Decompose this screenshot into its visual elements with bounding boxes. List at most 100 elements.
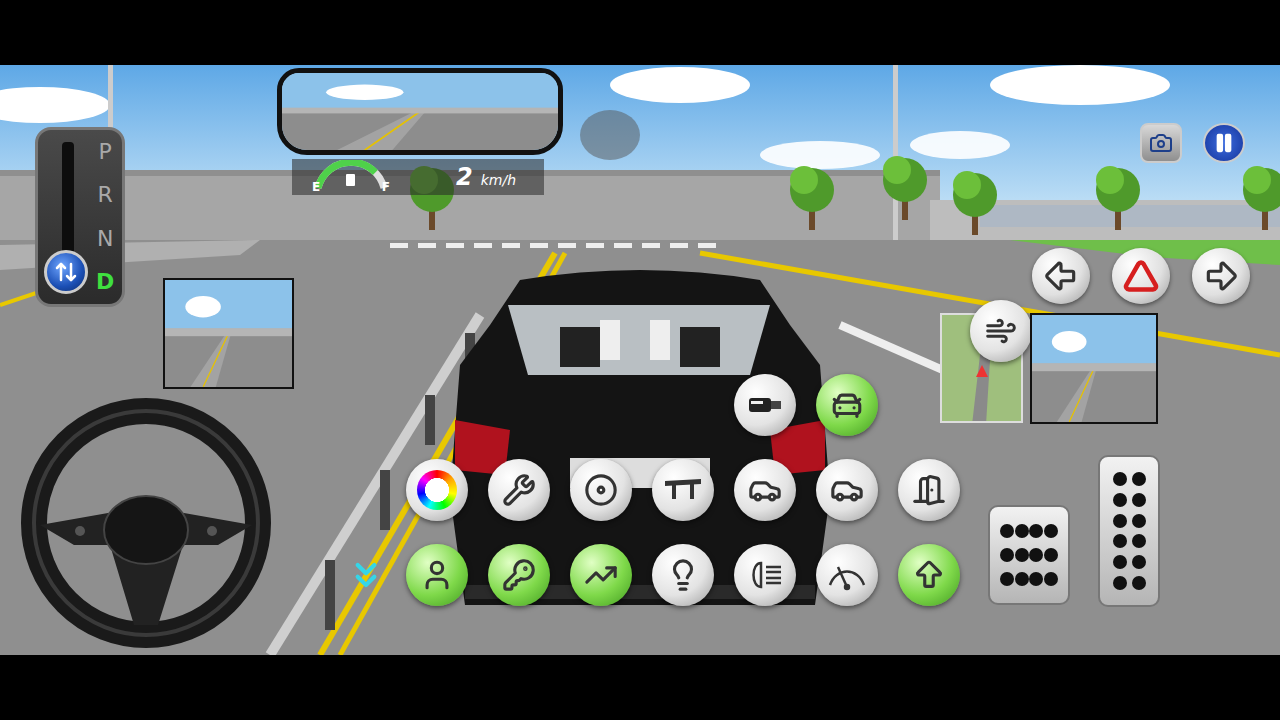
pedal-grip-dot: [1113, 493, 1127, 507]
pause-icon: [1213, 132, 1235, 154]
gear-option[interactable]: P: [98, 140, 111, 164]
tire-button[interactable]: [570, 459, 632, 521]
trunk-button[interactable]: [734, 459, 796, 521]
rear-view-mirror: [277, 68, 563, 155]
left-arrow-icon: [1042, 257, 1080, 295]
gear-track: [44, 140, 88, 294]
gear-option[interactable]: D: [96, 270, 114, 294]
pedal-grip-dot: [1113, 514, 1127, 528]
work-lamp-icon: [745, 390, 785, 420]
pedal-grip-dot: [1044, 572, 1058, 586]
speed-unit: km/h: [481, 172, 516, 189]
arrow-up-icon: [912, 558, 946, 592]
speed-value: 2: [456, 163, 473, 192]
defrost-icon: [985, 315, 1017, 347]
hood-button[interactable]: [816, 459, 878, 521]
accelerator-pedal[interactable]: [1098, 455, 1160, 607]
up-down-arrow-icon: [54, 260, 78, 284]
game-view: PRNDEF2km/h: [0, 65, 1280, 655]
pedal-grip-dot: [1132, 472, 1146, 486]
left-mirror-image: [165, 280, 292, 387]
seatbelt-icon: [420, 558, 454, 592]
pedal-grip-dot: [1000, 524, 1014, 538]
dashboard: EF2km/h: [292, 159, 544, 195]
wrench-icon: [502, 473, 536, 507]
fuel-full-label: F: [382, 180, 390, 194]
ramp-icon: [584, 558, 618, 592]
steering-wheel[interactable]: [18, 395, 275, 652]
fuel-gauge: EF: [306, 160, 396, 194]
left-signal-button[interactable]: [1032, 248, 1090, 304]
gear-option[interactable]: N: [97, 227, 113, 251]
paint-button[interactable]: [406, 459, 468, 521]
top-buttons: [1140, 123, 1245, 163]
game-screen: PRNDEF2km/h: [0, 0, 1280, 720]
pedal-grip-dot: [1000, 572, 1014, 586]
left-mirror-view: [163, 278, 294, 389]
control-buttons: [326, 374, 960, 606]
right-arrow-icon: [1202, 257, 1240, 295]
pedal-grip-dot: [1113, 576, 1127, 590]
bottom-letterbox: [0, 655, 1280, 720]
gear-option[interactable]: R: [97, 183, 112, 207]
rear-view-image: [282, 73, 558, 150]
right-signal-button[interactable]: [1192, 248, 1250, 304]
gear-slot: [62, 142, 74, 264]
pedal-grip-dot: [1015, 524, 1029, 538]
tire-icon: [584, 473, 618, 507]
shift-up-button[interactable]: [898, 544, 960, 606]
speedometer: 2 km/h: [456, 163, 516, 192]
camera-button[interactable]: [1140, 123, 1182, 163]
pedal-grip-dot: [1132, 514, 1146, 528]
repair-button[interactable]: [488, 459, 550, 521]
lamp-button[interactable]: [734, 374, 796, 436]
high-beam-button[interactable]: [734, 544, 796, 606]
emergency-light-icon: [830, 388, 864, 422]
collapse-button[interactable]: [346, 555, 386, 595]
pedal-grip-dot: [1132, 493, 1146, 507]
pedal-grip-dot: [1132, 534, 1146, 548]
camera-icon: [1149, 131, 1173, 155]
ramp-button[interactable]: [570, 544, 632, 606]
door-icon: [912, 473, 946, 507]
spoiler-icon: [662, 475, 704, 505]
pedal-grip-dot: [1113, 534, 1127, 548]
right-mirror-image: [1032, 315, 1156, 422]
beacon-button[interactable]: [816, 374, 878, 436]
pause-button[interactable]: [1203, 123, 1245, 163]
door-button[interactable]: [898, 459, 960, 521]
wiper-icon: [826, 559, 868, 591]
trunk-icon: [748, 473, 782, 507]
pedal-grip-dot: [1029, 548, 1043, 562]
key-icon: [502, 558, 536, 592]
right-mirror-view: [1030, 313, 1158, 424]
pedal-grip-dot: [1000, 548, 1014, 562]
pedal-grip-dot: [1029, 572, 1043, 586]
chevrons-down-icon: [346, 555, 386, 595]
wiper-button[interactable]: [816, 544, 878, 606]
pedal-grip-dot: [1132, 576, 1146, 590]
hood-icon: [830, 473, 864, 507]
gear-selector[interactable]: PRND: [35, 127, 125, 307]
low-beam-icon: [666, 558, 700, 592]
high-beam-icon: [745, 559, 785, 591]
hazard-signal-button[interactable]: [1112, 248, 1170, 304]
gear-list: PRND: [96, 140, 114, 294]
pedal-grip-dot: [1015, 548, 1029, 562]
pedal-grip-dot: [1015, 572, 1029, 586]
color-wheel-icon: [417, 470, 457, 510]
top-letterbox: [0, 0, 1280, 65]
pedal-grip-dot: [1132, 555, 1146, 569]
pedal-grip-dot: [1029, 524, 1043, 538]
pedal-grip-dot: [1113, 555, 1127, 569]
brake-pedal[interactable]: [988, 505, 1070, 605]
gear-knob[interactable]: [44, 250, 88, 294]
pedal-grip-dot: [1044, 524, 1058, 538]
defrost-button[interactable]: [970, 300, 1032, 362]
engine-key-button[interactable]: [488, 544, 550, 606]
fuel-empty-label: E: [312, 180, 320, 194]
seatbelt-button[interactable]: [406, 544, 468, 606]
low-beam-button[interactable]: [652, 544, 714, 606]
hazard-icon: [1123, 258, 1159, 294]
spoiler-button[interactable]: [652, 459, 714, 521]
